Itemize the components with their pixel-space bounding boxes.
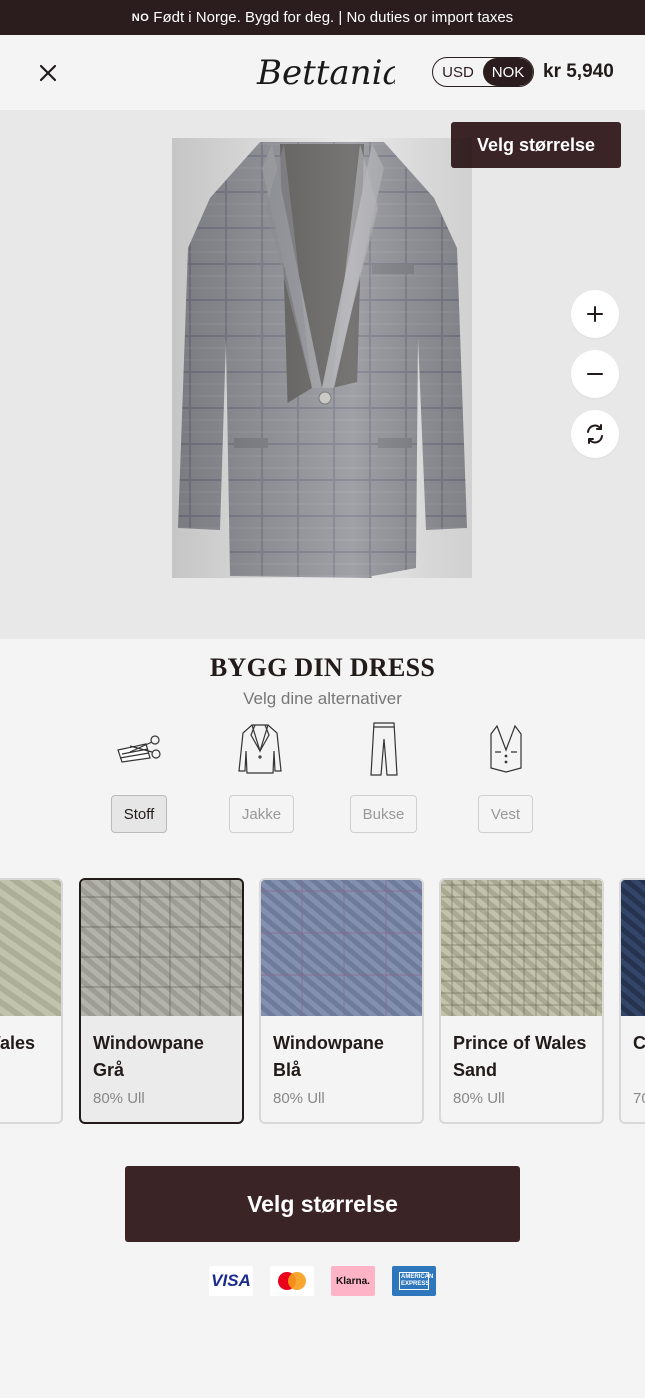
step-vest[interactable]: Vest xyxy=(478,795,533,833)
select-size-button[interactable]: Velg størrelse xyxy=(125,1166,520,1242)
builder-subtitle: Velg dine alternativer xyxy=(243,689,402,708)
fabric-composition: 80% Ull xyxy=(453,1090,505,1107)
fabric-swatch xyxy=(621,880,645,1016)
amex-icon: AMERICAN EXPRESS xyxy=(392,1266,436,1296)
minus-icon[interactable] xyxy=(571,350,619,398)
fabric-swatch xyxy=(441,880,602,1016)
fabric-name: C M xyxy=(633,1033,645,1053)
fabric-card[interactable]: C M 70 xyxy=(619,878,645,1124)
fabric-composition: 80% Ull xyxy=(93,1090,145,1107)
builder-steps: Stoff Jakke Bukse Vest xyxy=(0,719,645,839)
fabric-name: Windowpane Grå xyxy=(93,1033,204,1080)
close-icon[interactable] xyxy=(36,61,60,85)
fabric-card[interactable]: Windowpane Grå 80% Ull xyxy=(79,878,244,1124)
fabric-swatch xyxy=(0,880,61,1016)
step-jakke[interactable]: Jakke xyxy=(229,795,294,833)
plus-icon[interactable] xyxy=(571,290,619,338)
vest-icon[interactable] xyxy=(476,719,536,779)
jacket-icon[interactable] xyxy=(230,719,290,779)
builder-section: BYGG DIN DRESS Velg dine alternativer St… xyxy=(0,639,645,833)
scissors-fabric-icon[interactable] xyxy=(109,719,169,779)
fabric-composition: 80% Ull xyxy=(273,1090,325,1107)
fabric-card[interactable]: Windowpane Blå 80% Ull xyxy=(259,878,424,1124)
currency-usd[interactable]: USD xyxy=(433,58,483,86)
total-price: kr 5,940 xyxy=(543,61,614,82)
jacket-preview-image xyxy=(172,138,472,578)
svg-text:Bettania: Bettania xyxy=(256,53,395,93)
mastercard-icon xyxy=(270,1266,314,1296)
rotate-icon[interactable] xyxy=(571,410,619,458)
currency-toggle[interactable]: USD NOK xyxy=(432,57,534,87)
fabric-swatch xyxy=(261,880,422,1016)
product-preview: Velg størrelse xyxy=(0,110,645,639)
announcement-text: Født i Norge. Bygd for deg. | No duties … xyxy=(153,9,514,26)
country-flag-label: NO xyxy=(131,11,150,24)
currency-nok[interactable]: NOK xyxy=(483,58,533,86)
announcement-bar: NO Født i Norge. Bygd for deg. | No duti… xyxy=(0,0,645,35)
visa-icon: VISA xyxy=(209,1266,253,1296)
fabric-card[interactable]: Wales xyxy=(0,878,63,1124)
fabric-name: Wales xyxy=(0,1033,35,1053)
step-bukse[interactable]: Bukse xyxy=(350,795,417,833)
brand-logo[interactable]: Bettania xyxy=(255,48,395,96)
fabric-name: Windowpane Blå xyxy=(273,1033,384,1080)
fabric-swatch xyxy=(81,880,242,1016)
fabric-carousel[interactable]: Wales Windowpane Grå 80% Ull Windowpane … xyxy=(0,878,645,1125)
fabric-composition: 70 xyxy=(633,1090,645,1107)
select-size-button-top[interactable]: Velg størrelse xyxy=(451,122,621,168)
fabric-card[interactable]: Prince of Wales Sand 80% Ull xyxy=(439,878,604,1124)
klarna-icon: Klarna. xyxy=(331,1266,375,1296)
fabric-name: Prince of Wales Sand xyxy=(453,1033,587,1080)
step-stoff[interactable]: Stoff xyxy=(111,795,167,833)
trousers-icon[interactable] xyxy=(354,719,414,779)
builder-title: BYGG DIN DRESS xyxy=(209,653,436,682)
